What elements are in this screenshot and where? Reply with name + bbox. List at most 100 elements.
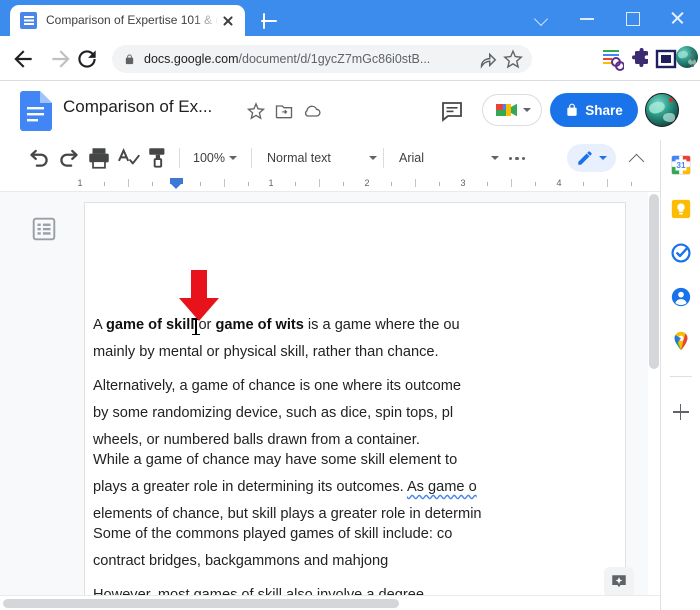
toolbar-divider	[382, 148, 384, 168]
document-canvas: A game of skill or game of wits is a gam…	[0, 192, 648, 595]
tab-title: Comparison of Expertise 101 & e	[46, 13, 219, 27]
vertical-scrollbar[interactable]	[648, 192, 660, 595]
font-family-dropdown[interactable]: Arial	[399, 151, 499, 165]
document-title[interactable]: Comparison of Ex...	[63, 97, 212, 117]
paragraph-4[interactable]: Some of the commons played games of skil…	[93, 521, 563, 575]
pencil-icon	[578, 151, 592, 165]
chevron-down-icon	[490, 156, 499, 160]
more-toolbar-options-icon[interactable]	[505, 146, 529, 170]
close-tab-icon[interactable]	[219, 12, 237, 30]
close-window-icon[interactable]	[655, 0, 700, 36]
annotation-arrow-icon	[179, 270, 219, 321]
avatar-notification-dot	[669, 98, 673, 102]
side-panel-divider	[669, 376, 692, 377]
editing-mode-caret-icon	[599, 156, 607, 160]
paint-format-icon[interactable]	[146, 145, 172, 171]
lock-icon	[125, 53, 134, 64]
google-tasks-icon[interactable]	[670, 242, 692, 264]
horizontal-scrollbar[interactable]	[0, 595, 660, 610]
ruler[interactable]: 1 1 2 3 4	[0, 176, 660, 192]
p1-line-2: mainly by mental or physical skill, rath…	[93, 344, 439, 360]
browser-menu-icon[interactable]	[684, 47, 700, 71]
lock-icon	[567, 103, 577, 116]
paragraph-1[interactable]: A game of skill or game of wits is a gam…	[93, 312, 563, 366]
ruler-number: 1	[268, 178, 274, 188]
p4-line-2: contract bridges, backgammons and mahjon…	[93, 553, 389, 569]
ruler-number: 2	[364, 178, 370, 188]
zoom-dropdown[interactable]: 100%	[193, 151, 237, 165]
url-domain: docs.google.com	[144, 52, 239, 66]
url-path: /document/d/1gycZ7mGc86i0stB...	[238, 52, 431, 66]
paragraph-3[interactable]: While a game of chance may have some ski…	[93, 447, 563, 528]
ruler-number: 1	[77, 178, 83, 188]
document-outline-icon[interactable]	[31, 216, 57, 242]
p3-line-1: While a game of chance may have some ski…	[93, 452, 458, 468]
forward-button[interactable]	[48, 46, 74, 72]
google-docs-favicon-icon	[20, 12, 37, 29]
bookmark-star-icon[interactable]	[502, 48, 524, 70]
add-app-button[interactable]	[670, 401, 692, 423]
reload-button[interactable]	[74, 46, 100, 72]
font-family-value: Arial	[398, 151, 424, 165]
browser-toolbar: docs.google.com/document/d/1gycZ7mGc86i0…	[0, 36, 700, 81]
p3-line-2a: plays a greater role in determining its …	[93, 479, 407, 495]
explore-button[interactable]	[604, 567, 634, 597]
google-calendar-icon[interactable]: 31	[670, 154, 692, 176]
explore-icon	[612, 575, 626, 588]
back-button[interactable]	[10, 46, 36, 72]
zoom-value: 100%	[193, 151, 225, 165]
google-keep-icon[interactable]	[670, 198, 692, 220]
star-icon[interactable]	[246, 101, 266, 121]
account-avatar[interactable]	[645, 93, 679, 127]
p2-line-1: Alternatively, a game of chance is one w…	[93, 378, 462, 394]
paragraph-2[interactable]: Alternatively, a game of chance is one w…	[93, 373, 563, 454]
minimize-icon[interactable]	[565, 0, 610, 36]
chevron-down-icon	[368, 156, 377, 160]
collapse-toolbar-icon[interactable]	[624, 146, 648, 170]
extensions-puzzle-icon[interactable]	[628, 47, 652, 71]
chevron-down-icon	[228, 156, 237, 160]
url-text: docs.google.com/document/d/1gycZ7mGc86i0…	[144, 52, 472, 66]
comment-history-icon[interactable]	[440, 99, 464, 123]
side-panel-square-icon[interactable]	[654, 47, 678, 71]
move-to-folder-icon[interactable]	[274, 101, 294, 121]
cloud-saved-icon[interactable]	[302, 101, 322, 121]
horizontal-scrollbar-thumb[interactable]	[3, 599, 399, 608]
chevron-down-icon[interactable]	[520, 0, 565, 36]
google-docs-logo-icon[interactable]	[18, 91, 52, 131]
ruler-number: 4	[556, 178, 562, 188]
link-editor-extension-icon[interactable]	[600, 47, 624, 71]
p3-misspelled-text[interactable]: As game o	[407, 479, 477, 495]
p5-line-1: However, most games of skill also involv…	[93, 587, 424, 595]
docs-toolbar: 100% Normal text Arial	[0, 140, 660, 176]
new-tab-button[interactable]	[256, 8, 282, 34]
paragraph-style-dropdown[interactable]: Normal text	[267, 151, 377, 165]
editing-mode-button[interactable]	[567, 144, 616, 172]
google-contacts-icon[interactable]	[670, 286, 692, 308]
google-meet-button[interactable]	[482, 94, 542, 126]
vertical-scrollbar-thumb[interactable]	[649, 194, 659, 369]
toolbar-divider	[250, 148, 252, 168]
share-arrow-icon[interactable]	[476, 48, 498, 70]
paragraph-style-value: Normal text	[266, 151, 331, 165]
undo-icon[interactable]	[26, 145, 52, 171]
share-button[interactable]: Share	[550, 93, 638, 127]
toolbar-divider	[179, 148, 180, 168]
paragraph-5[interactable]: However, most games of skill also involv…	[93, 582, 563, 595]
google-side-panel: 31	[660, 140, 700, 610]
spellcheck-icon[interactable]	[116, 145, 142, 171]
browser-tab[interactable]: Comparison of Expertise 101 & e	[10, 5, 245, 36]
google-maps-icon[interactable]	[670, 330, 692, 352]
meet-dropdown-caret-icon[interactable]	[522, 108, 531, 112]
maximize-icon[interactable]	[610, 0, 655, 36]
p1-seg-4-bold: game of wits	[215, 317, 304, 333]
share-button-label: Share	[585, 102, 623, 118]
browser-window: Comparison of Expertise 101 & e docs.goo…	[0, 0, 700, 610]
redo-icon[interactable]	[56, 145, 82, 171]
window-controls	[520, 0, 700, 36]
print-icon[interactable]	[86, 145, 112, 171]
left-indent-marker[interactable]	[170, 178, 183, 189]
address-bar[interactable]: docs.google.com/document/d/1gycZ7mGc86i0…	[112, 45, 532, 73]
title-bar: Comparison of Expertise 101 & e	[0, 0, 700, 36]
google-meet-icon	[495, 103, 517, 117]
